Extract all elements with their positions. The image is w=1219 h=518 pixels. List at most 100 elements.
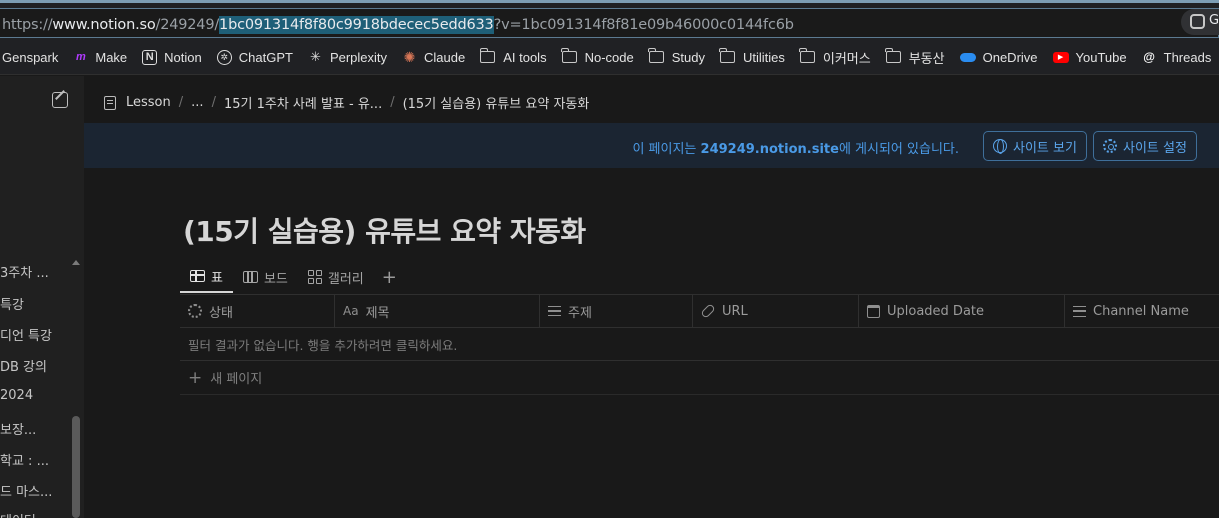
sidebar-item[interactable]: 학교 : ... — [0, 450, 49, 469]
breadcrumb-item-lesson[interactable]: Lesson — [126, 95, 171, 110]
tab-table[interactable]: 표 — [180, 261, 233, 293]
folder-icon — [799, 48, 815, 63]
bookmark-folder-no-code[interactable]: No-code — [560, 48, 634, 65]
sidebar-item[interactable]: 데이터 — [0, 510, 36, 518]
bookmark-folder-ai-tools[interactable]: AI tools — [479, 48, 547, 65]
sidebar-item[interactable]: 3주차 ... — [0, 262, 49, 281]
folder-icon — [479, 48, 496, 63]
breadcrumb-item-parent[interactable]: 15기 1주차 사례 발표 - 유... — [224, 93, 382, 112]
bookmark-youtube[interactable]: ▶ YouTube — [1052, 50, 1127, 65]
column-label: Uploaded Date — [887, 303, 985, 319]
bookmark-label: Study — [671, 49, 705, 65]
sidebar-item[interactable]: DB 강의 — [0, 356, 47, 375]
bookmarks-bar: Genspark m Make N Notion ✲ ChatGPT ✳ Per… — [0, 40, 1219, 75]
empty-filter-message[interactable]: 필터 결과가 없습니다. 행을 추가하려면 클릭하세요. — [180, 328, 1219, 361]
bookmark-genspark[interactable]: Genspark — [2, 50, 58, 65]
sidebar-scrollbar[interactable] — [72, 416, 80, 518]
sidebar-item[interactable]: 드 마스... — [0, 481, 52, 500]
column-header-topic[interactable]: 주제 — [540, 295, 693, 327]
tab-board[interactable]: 보드 — [233, 261, 298, 293]
add-view-button[interactable]: + — [374, 267, 405, 288]
url-path: /249249/ — [155, 17, 220, 33]
column-header-channel-name[interactable]: Channel Name — [1065, 295, 1219, 327]
bookmark-chatgpt[interactable]: ✲ ChatGPT — [216, 49, 293, 65]
column-header-url[interactable]: URL — [693, 295, 859, 327]
table-header: 상태 Aa 제목 주제 URL Uploaded Date Channel Na… — [180, 294, 1219, 328]
bookmark-onedrive[interactable]: OneDrive — [959, 49, 1038, 65]
bookmark-perplexity[interactable]: ✳ Perplexity — [308, 49, 388, 65]
new-page-button[interactable]: + 새 페이지 — [180, 361, 1219, 395]
published-message: 이 페이지는 249249.notion.site에 게시되어 있습니다. — [632, 138, 959, 157]
published-site: 249249.notion.site — [700, 142, 839, 157]
scroll-up-arrow-icon[interactable] — [72, 260, 80, 265]
database-table: 상태 Aa 제목 주제 URL Uploaded Date Channel Na… — [180, 294, 1219, 395]
published-text-prefix: 이 페이지는 — [632, 142, 701, 157]
bookmark-threads[interactable]: @ Threads — [1142, 50, 1211, 65]
bookmark-claude[interactable]: ✺ Claude — [402, 49, 466, 65]
bookmark-folder-utilities[interactable]: Utilities — [719, 48, 785, 65]
new-page-label: 새 페이지 — [210, 372, 263, 387]
sidebar-item[interactable]: 보장... — [0, 419, 36, 438]
sidebar-item[interactable]: 2024 — [0, 388, 33, 403]
notion-icon: N — [142, 49, 158, 65]
gallery-icon — [307, 270, 322, 284]
status-icon — [188, 304, 202, 318]
breadcrumb-separator: / — [211, 95, 216, 110]
site-settings-button[interactable]: 사이트 설정 — [1093, 131, 1197, 161]
bookmark-folder-real-estate[interactable]: 부동산 — [885, 48, 945, 67]
url-host: www.notion.so — [52, 17, 156, 33]
bookmark-label: Perplexity — [329, 49, 388, 65]
notion-sidebar: 3주차 ... 특강 디언 특강 DB 강의 2024 보장... 학교 : .… — [0, 76, 84, 518]
onedrive-icon — [959, 52, 976, 62]
bookmark-make[interactable]: m Make — [73, 50, 127, 65]
table-icon — [190, 270, 205, 282]
breadcrumb-item-current[interactable]: (15기 실습용) 유튜브 요약 자동화 — [403, 93, 590, 112]
tab-label: 표 — [211, 270, 223, 286]
tab-gallery[interactable]: 갤러리 — [298, 261, 374, 293]
column-header-status[interactable]: 상태 — [180, 295, 335, 327]
bookmark-label: No-code — [584, 49, 634, 65]
calendar-icon — [867, 304, 880, 318]
sidebar-item[interactable]: 특강 — [0, 294, 24, 313]
bookmark-notion[interactable]: N Notion — [142, 49, 202, 65]
bookmark-folder-study[interactable]: Study — [648, 48, 705, 65]
bookmark-folder-ecommerce[interactable]: 이커머스 — [799, 48, 871, 67]
breadcrumb: Lesson / ... / 15기 1주차 사례 발표 - 유... / (1… — [104, 93, 589, 112]
text-aa-icon: Aa — [343, 304, 359, 318]
globe-icon — [993, 139, 1007, 154]
bookmark-label: Utilities — [742, 49, 785, 65]
bookmark-label: 부동산 — [908, 50, 945, 66]
new-page-icon[interactable] — [52, 92, 68, 108]
plus-icon: + — [188, 367, 203, 388]
folder-icon — [885, 48, 901, 63]
column-header-title[interactable]: Aa 제목 — [335, 295, 540, 327]
chatgpt-icon: ✲ — [216, 49, 232, 65]
bookmark-label: Genspark — [2, 49, 59, 65]
bookmark-label: AI tools — [503, 49, 547, 65]
address-bar[interactable]: https://www.notion.so/249249/1bc091314f8… — [0, 8, 1219, 38]
page-icon — [104, 95, 116, 110]
column-header-uploaded-date[interactable]: Uploaded Date — [859, 295, 1065, 327]
tab-label: 갤러리 — [327, 271, 364, 287]
bookmark-label: ChatGPT — [238, 49, 293, 65]
view-site-button[interactable]: 사이트 보기 — [983, 131, 1087, 161]
list-icon — [548, 306, 561, 316]
sidebar-item[interactable]: 디언 특강 — [0, 325, 52, 344]
url-text[interactable]: https://www.notion.so/249249/1bc091314f8… — [2, 16, 794, 34]
tab-label: 보드 — [263, 271, 288, 287]
folder-icon — [648, 48, 664, 63]
view-site-label: 사이트 보기 — [1013, 140, 1077, 156]
folder-icon — [719, 48, 735, 63]
text-icon — [1073, 305, 1086, 317]
url-query: ?v=1bc091314f8f81e09b46000c0144fc6b — [493, 17, 794, 33]
breadcrumb-separator: / — [178, 95, 184, 110]
lens-button[interactable]: G — [1181, 9, 1219, 35]
page-title[interactable]: (15기 실습용) 유튜브 요약 자동화 — [183, 210, 586, 250]
bookmark-label: OneDrive — [982, 49, 1038, 65]
published-banner: 이 페이지는 249249.notion.site에 게시되어 있습니다. 사이… — [84, 123, 1219, 168]
breadcrumb-item-ellipsis[interactable]: ... — [191, 95, 203, 110]
bookmark-label: Notion — [164, 49, 202, 65]
column-label: Channel Name — [1093, 303, 1189, 319]
published-text-suffix: 에 게시되어 있습니다. — [838, 142, 959, 157]
url-selected-text: 1bc091314f8f80c9918bdecec5edd633 — [219, 16, 494, 34]
